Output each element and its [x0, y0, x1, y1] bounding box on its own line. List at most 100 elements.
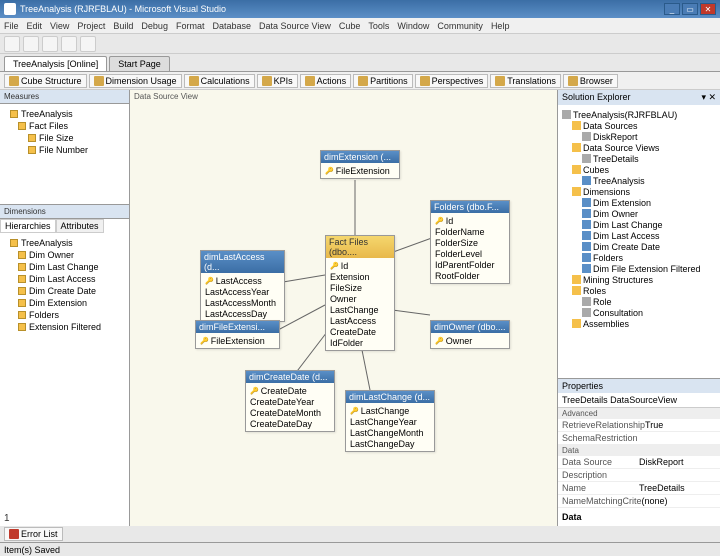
tree-item[interactable]: File Size [4, 132, 125, 144]
menu-tools[interactable]: Tools [368, 21, 389, 31]
solution-item[interactable]: TreeAnalysis [562, 175, 716, 186]
tree-item[interactable]: Dim Create Date [4, 285, 125, 297]
tab-treeanalysis[interactable]: TreeAnalysis [Online] [4, 56, 107, 71]
tree-item[interactable]: Extension Filtered [4, 321, 125, 333]
menu-database[interactable]: Database [212, 21, 251, 31]
entity-dimowner[interactable]: dimOwner (dbo.... 🔑Owner [430, 320, 510, 349]
dimensions-header: Dimensions [0, 205, 129, 219]
close-button[interactable]: ✕ [700, 3, 716, 15]
prop-row[interactable]: NameMatchingCrite(none) [558, 495, 720, 508]
entity-header: dimLastChange (d... [346, 391, 434, 403]
subtab-dimusage[interactable]: Dimension Usage [89, 74, 182, 88]
toolbar-button[interactable] [4, 36, 20, 52]
maximize-button[interactable]: ▭ [682, 3, 698, 15]
dim-tab-attributes[interactable]: Attributes [56, 219, 104, 233]
solution-item[interactable]: Dim Extension [562, 197, 716, 208]
entity-dimlastaccess[interactable]: dimLastAccess (d... 🔑LastAccess LastAcce… [200, 250, 285, 322]
solution-item[interactable]: Dim Owner [562, 208, 716, 219]
solution-item[interactable]: Dimensions [562, 186, 716, 197]
solution-item[interactable]: Roles [562, 285, 716, 296]
error-list-tab[interactable]: Error List [4, 527, 63, 541]
tree-item[interactable]: Dim Last Change [4, 261, 125, 273]
toolbar-button[interactable] [23, 36, 39, 52]
tree-item[interactable]: Dim Extension [4, 297, 125, 309]
entity-dimlastchange[interactable]: dimLastChange (d... 🔑LastChange LastChan… [345, 390, 435, 452]
solution-header: Solution Explorer▾ ✕ [558, 90, 720, 105]
entity-dimextension[interactable]: dimExtension (... 🔑FileExtension [320, 150, 400, 179]
minimize-button[interactable]: _ [664, 3, 680, 15]
solution-item[interactable]: Data Source Views [562, 142, 716, 153]
entity-dimcreatedate[interactable]: dimCreateDate (d... 🔑CreateDate CreateDa… [245, 370, 335, 432]
prop-row[interactable]: Description [558, 469, 720, 482]
menu-format[interactable]: Format [176, 21, 205, 31]
menu-project[interactable]: Project [77, 21, 105, 31]
statusbar: Item(s) Saved [0, 542, 720, 556]
prop-row[interactable]: SchemaRestriction [558, 432, 720, 445]
entity-header: dimCreateDate (d... [246, 371, 334, 383]
prop-row[interactable]: Data SourceDiskReport [558, 456, 720, 469]
entity-folders[interactable]: Folders (dbo.F... 🔑Id FolderName FolderS… [430, 200, 510, 284]
solution-item[interactable]: TreeDetails [562, 153, 716, 164]
tree-item[interactable]: Folders [4, 309, 125, 321]
menu-debug[interactable]: Debug [141, 21, 168, 31]
dimensions-tree: TreeAnalysis Dim Owner Dim Last Change D… [0, 233, 129, 526]
main-toolbar [0, 34, 720, 54]
solution-item[interactable]: Mining Structures [562, 274, 716, 285]
subtab-kpi[interactable]: KPIs [257, 74, 298, 88]
titlebar: TreeAnalysis (RJRFBLAU) - Microsoft Visu… [0, 0, 720, 18]
menu-build[interactable]: Build [113, 21, 133, 31]
entity-factfiles[interactable]: Fact Files (dbo.... 🔑Id Extension FileSi… [325, 235, 395, 351]
tree-item[interactable]: File Number [4, 144, 125, 156]
tree-item[interactable]: Dim Owner [4, 249, 125, 261]
solution-item[interactable]: TreeAnalysis(RJRFBLAU) [562, 109, 716, 120]
solution-item[interactable]: Data Sources [562, 120, 716, 131]
solution-item[interactable]: Dim Last Access [562, 230, 716, 241]
dsv-canvas[interactable]: Data Source View dimExtension (... 🔑File… [130, 90, 557, 526]
subtab-structure[interactable]: Cube Structure [4, 74, 87, 88]
menu-edit[interactable]: Edit [27, 21, 43, 31]
menu-file[interactable]: File [4, 21, 19, 31]
solution-item[interactable]: Cubes [562, 164, 716, 175]
solution-item[interactable]: Role [562, 296, 716, 307]
properties-subject: TreeDetails DataSourceView [558, 393, 720, 408]
prop-row[interactable]: NameTreeDetails [558, 482, 720, 495]
menu-dsv[interactable]: Data Source View [259, 21, 331, 31]
entity-header: dimFileExtensi... [196, 321, 279, 333]
subtab-calc[interactable]: Calculations [184, 74, 255, 88]
tree-item[interactable]: TreeAnalysis [4, 108, 125, 120]
subtab-browser[interactable]: Browser [563, 74, 618, 88]
solution-item[interactable]: Dim Create Date [562, 241, 716, 252]
tree-item[interactable]: Dim Last Access [4, 273, 125, 285]
menu-help[interactable]: Help [491, 21, 510, 31]
solution-item[interactable]: Consultation [562, 307, 716, 318]
measures-tree: TreeAnalysis Fact Files File Size File N… [0, 104, 129, 204]
subtab-partitions[interactable]: Partitions [353, 74, 413, 88]
cube-subtabs: Cube Structure Dimension Usage Calculati… [0, 72, 720, 90]
menu-cube[interactable]: Cube [339, 21, 361, 31]
prop-description: Data [558, 508, 720, 526]
measures-header: Measures [0, 90, 129, 104]
toolbar-button[interactable] [61, 36, 77, 52]
tab-startpage[interactable]: Start Page [109, 56, 170, 71]
entity-header: dimExtension (... [321, 151, 399, 163]
solution-item[interactable]: Folders [562, 252, 716, 263]
solution-item[interactable]: Dim File Extension Filtered [562, 263, 716, 274]
menu-community[interactable]: Community [437, 21, 483, 31]
tree-item[interactable]: Fact Files [4, 120, 125, 132]
solution-item[interactable]: Assemblies [562, 318, 716, 329]
tree-item[interactable]: TreeAnalysis [4, 237, 125, 249]
menu-window[interactable]: Window [397, 21, 429, 31]
dim-tab-hierarchies[interactable]: Hierarchies [0, 219, 56, 233]
toolbar-button[interactable] [80, 36, 96, 52]
subtab-perspectives[interactable]: Perspectives [415, 74, 489, 88]
entity-header: dimOwner (dbo.... [431, 321, 509, 333]
entity-dimfileext[interactable]: dimFileExtensi... 🔑FileExtension [195, 320, 280, 349]
solution-item[interactable]: Dim Last Change [562, 219, 716, 230]
subtab-translations[interactable]: Translations [490, 74, 561, 88]
toolbar-button[interactable] [42, 36, 58, 52]
solution-item[interactable]: DiskReport [562, 131, 716, 142]
menu-view[interactable]: View [50, 21, 69, 31]
prop-row[interactable]: RetrieveRelationshipTrue [558, 419, 720, 432]
subtab-actions[interactable]: Actions [300, 74, 352, 88]
entity-header: Fact Files (dbo.... [326, 236, 394, 258]
